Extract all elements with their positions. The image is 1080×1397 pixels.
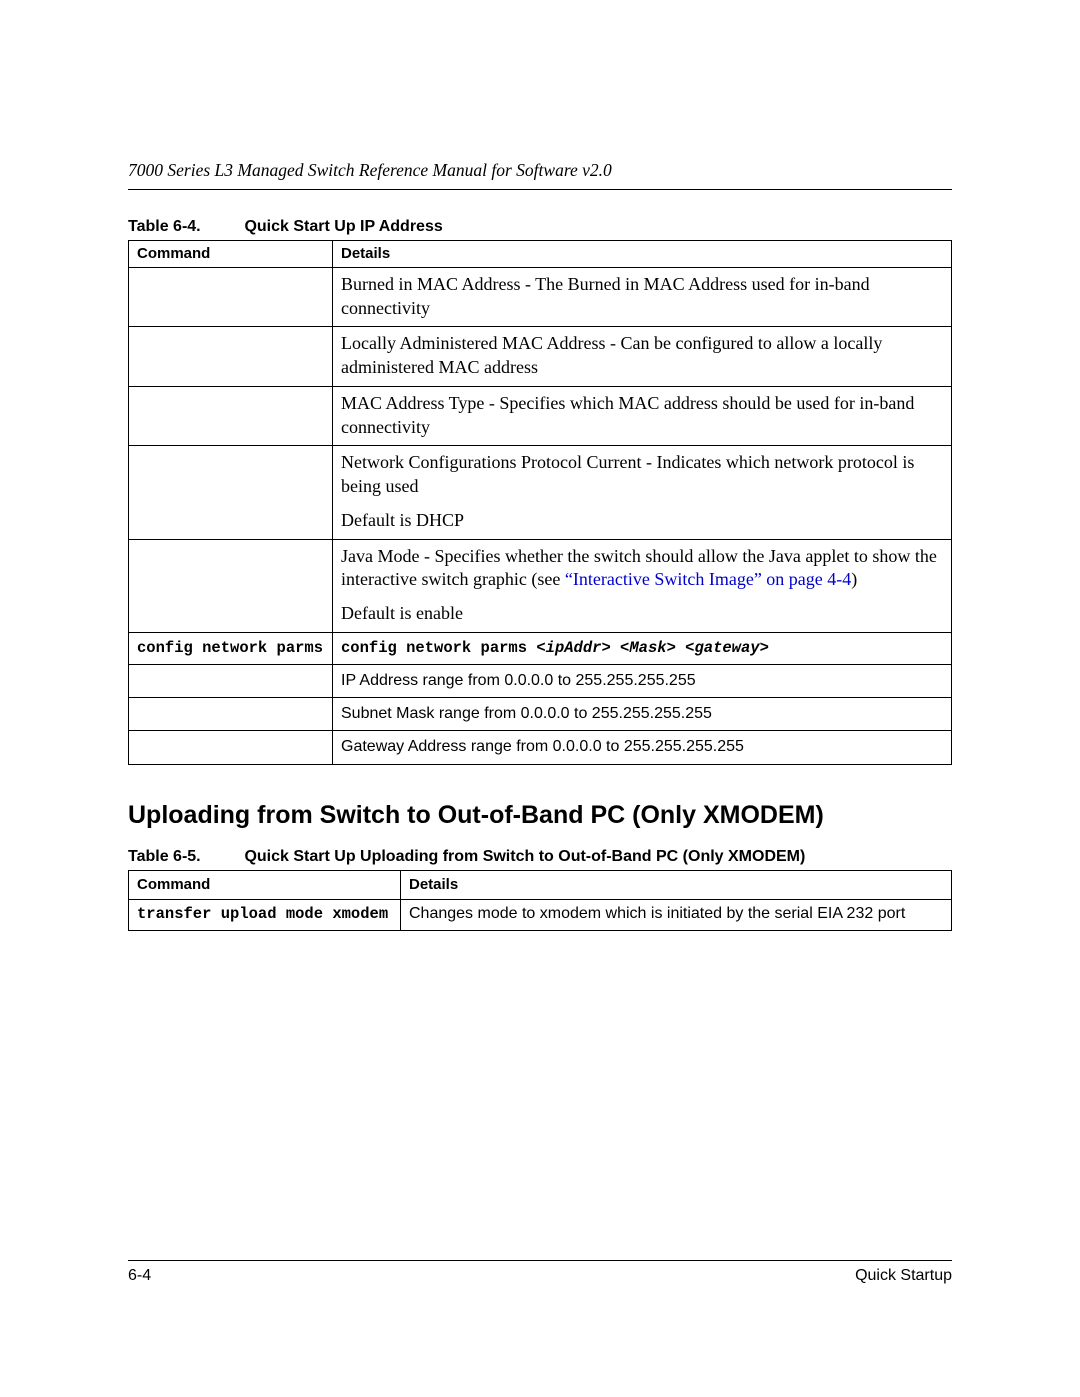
cell-details: Burned in MAC Address - The Burned in MA…: [333, 267, 952, 327]
table-header-row: Command Details: [129, 241, 952, 268]
col-details: Details: [401, 870, 952, 900]
cell-details: Changes mode to xmodem which is initiate…: [401, 900, 952, 931]
table-6-5: Command Details transfer upload mode xmo…: [128, 870, 952, 931]
cross-ref-link[interactable]: “Interactive Switch Image” on page 4-4: [565, 569, 851, 589]
col-details: Details: [333, 241, 952, 268]
page-number: 6-4: [128, 1267, 151, 1285]
table-6-4: Command Details Burned in MAC Address - …: [128, 240, 952, 765]
table-6-4-title: Quick Start Up IP Address: [244, 218, 442, 235]
page: 7000 Series L3 Managed Switch Reference …: [0, 0, 1080, 1397]
table-row: Java Mode - Specifies whether the switch…: [129, 539, 952, 632]
table-6-5-number: Table 6-5.: [128, 848, 240, 866]
table-row: MAC Address Type - Specifies which MAC a…: [129, 386, 952, 446]
table-row: Subnet Mask range from 0.0.0.0 to 255.25…: [129, 698, 952, 731]
details-text-post: ): [851, 569, 857, 589]
cell-details: config network parms <ipAddr> <Mask> <ga…: [333, 632, 952, 664]
details-cmd: config network parms: [341, 639, 536, 657]
table-row: Locally Administered MAC Address - Can b…: [129, 327, 952, 387]
cell-details: Subnet Mask range from 0.0.0.0 to 255.25…: [333, 698, 952, 731]
col-command: Command: [129, 870, 401, 900]
table-row: IP Address range from 0.0.0.0 to 255.255…: [129, 665, 952, 698]
cell-details: Locally Administered MAC Address - Can b…: [333, 327, 952, 387]
cell-details: IP Address range from 0.0.0.0 to 255.255…: [333, 665, 952, 698]
table-row: config network parms config network parm…: [129, 632, 952, 664]
table-row: transfer upload mode xmodem Changes mode…: [129, 900, 952, 931]
page-footer: 6-4 Quick Startup: [128, 1260, 952, 1285]
running-head: 7000 Series L3 Managed Switch Reference …: [128, 160, 952, 190]
cell-details: Gateway Address range from 0.0.0.0 to 25…: [333, 731, 952, 764]
table-row: Network Configurations Protocol Current …: [129, 446, 952, 539]
table-header-row: Command Details: [129, 870, 952, 900]
cell-details: Java Mode - Specifies whether the switch…: [333, 539, 952, 632]
details-text: Network Configurations Protocol Current …: [341, 452, 914, 496]
footer-section: Quick Startup: [855, 1267, 952, 1285]
details-default: Default is DHCP: [341, 510, 464, 530]
col-command: Command: [129, 241, 333, 268]
table-6-5-title: Quick Start Up Uploading from Switch to …: [244, 848, 805, 865]
cell-details: Network Configurations Protocol Current …: [333, 446, 952, 539]
table-row: Gateway Address range from 0.0.0.0 to 25…: [129, 731, 952, 764]
section-heading: Uploading from Switch to Out-of-Band PC …: [128, 801, 952, 830]
details-default: Default is enable: [341, 603, 463, 623]
cell-command: config network parms: [129, 632, 333, 664]
table-row: Burned in MAC Address - The Burned in MA…: [129, 267, 952, 327]
details-cmd-args: <ipAddr> <Mask> <gateway>: [536, 639, 769, 657]
table-6-4-caption: Table 6-4. Quick Start Up IP Address: [128, 218, 952, 236]
table-6-5-caption: Table 6-5. Quick Start Up Uploading from…: [128, 848, 952, 866]
table-6-4-number: Table 6-4.: [128, 218, 240, 236]
cell-command: transfer upload mode xmodem: [129, 900, 401, 931]
cell-details: MAC Address Type - Specifies which MAC a…: [333, 386, 952, 446]
